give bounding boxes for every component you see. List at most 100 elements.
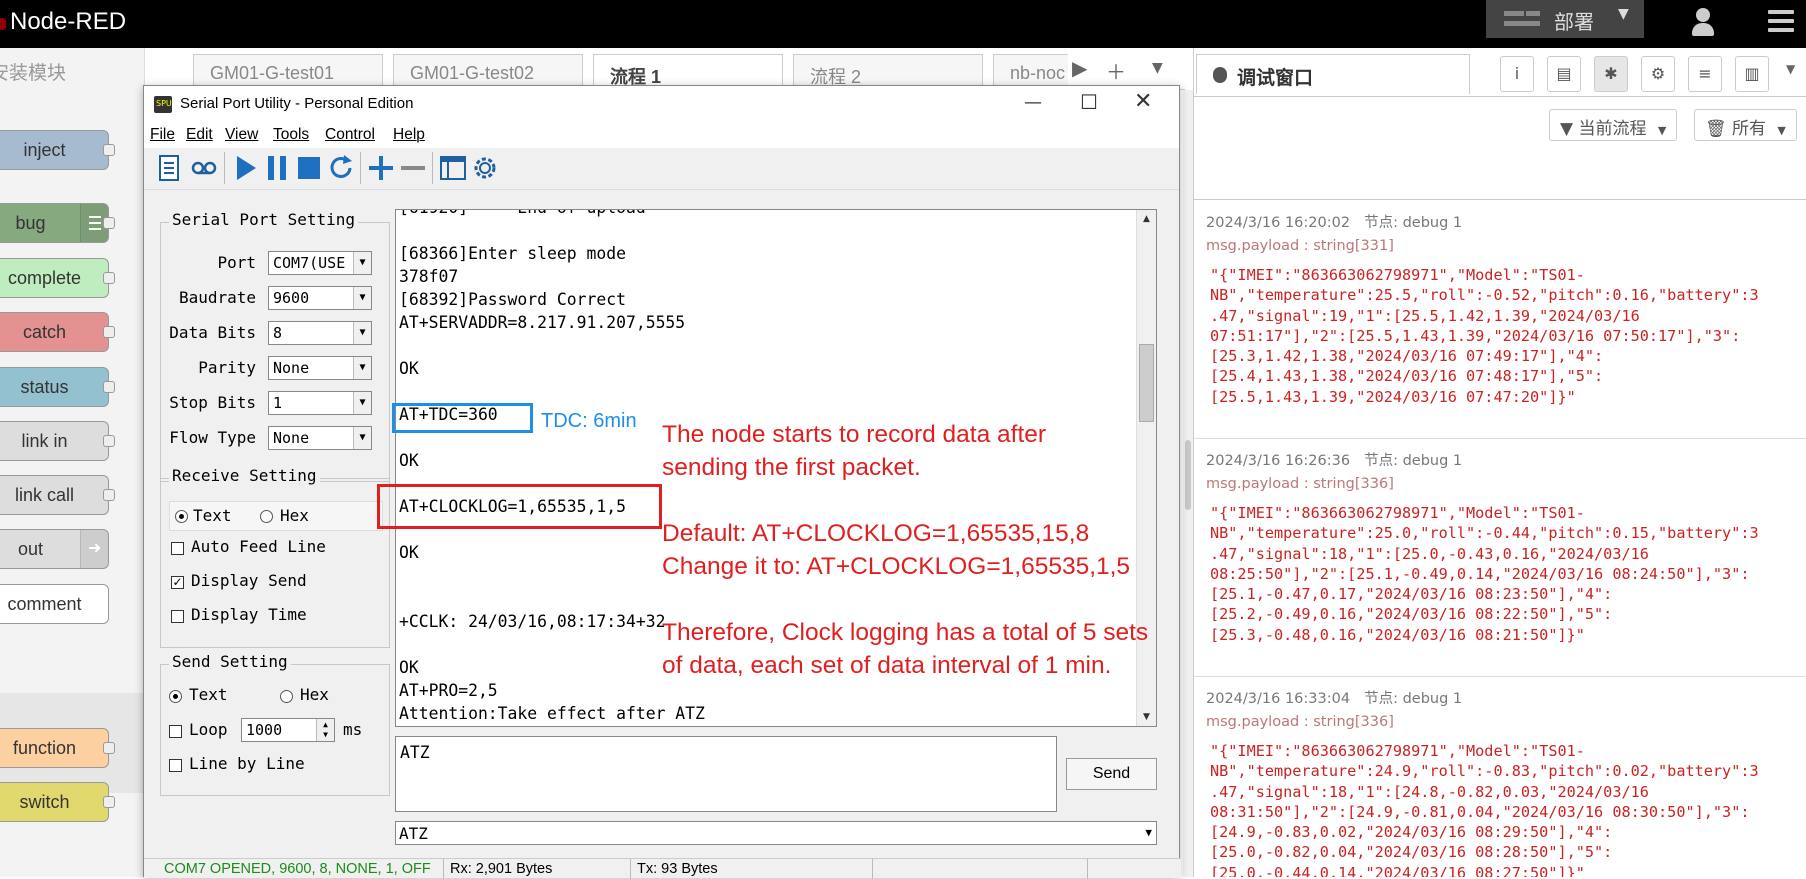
output-port[interactable] [103, 272, 115, 284]
minus-icon[interactable] [398, 153, 428, 183]
hamburger-menu-icon[interactable] [1768, 10, 1794, 34]
close-icon[interactable]: ✕ [1134, 89, 1152, 114]
scroll-right-icon[interactable]: ▶ [1072, 56, 1087, 80]
output-port[interactable] [103, 742, 115, 754]
palette-node-bug[interactable]: bug [0, 203, 115, 243]
serial-port-setting-group: Serial Port Setting Port COM7(USE ▼ Baudr… [160, 210, 390, 482]
book-icon[interactable]: ▤ [1547, 56, 1581, 92]
chart-icon[interactable]: ▥ [1735, 56, 1769, 92]
new-document-icon[interactable] [154, 153, 184, 183]
palette-node-label: comment [7, 594, 82, 614]
stopbits-select[interactable]: 1 ▼ [268, 391, 372, 415]
record-icon[interactable] [189, 153, 219, 183]
minimize-icon[interactable]: — [1024, 92, 1042, 113]
window-titlebar[interactable]: SPU Serial Port Utility - Personal Editi… [144, 86, 1179, 122]
refresh-icon[interactable] [326, 153, 356, 183]
auto-feed-line-checkbox[interactable] [171, 542, 184, 555]
flowtype-select[interactable]: None ▼ [268, 426, 372, 450]
scroll-down-icon[interactable]: ▼ [1137, 708, 1156, 726]
output-port[interactable] [103, 217, 115, 229]
settings-gear-icon[interactable] [470, 153, 500, 183]
debug-message[interactable]: 2024/3/16 16:33:04 节点: debug 1 msg.payloa… [1194, 677, 1806, 877]
send-text-radio[interactable] [169, 690, 182, 703]
palette-node-out[interactable]: out ➜ [0, 529, 109, 569]
receive-hex-radio[interactable] [260, 510, 273, 523]
databits-select[interactable]: 8 ▼ [268, 321, 372, 345]
databits-value: 8 [273, 324, 283, 342]
scroll-thumb[interactable] [1139, 344, 1154, 422]
debug-message[interactable]: 2024/3/16 16:20:02 节点: debug 1 msg.payloa… [1194, 201, 1806, 439]
display-time-checkbox[interactable] [171, 610, 184, 623]
message-time: 2024/3/16 16:20:02 [1206, 215, 1351, 231]
menu-control[interactable]: Control [325, 126, 375, 144]
receive-text-radio[interactable] [175, 510, 188, 523]
debug-bug-icon[interactable]: ✱ [1594, 56, 1628, 92]
pause-icon[interactable] [262, 153, 292, 183]
flowtype-label: Flow Type [169, 428, 256, 447]
baudrate-label: Baudrate [178, 288, 256, 307]
trash-icon: 🗑 [1705, 119, 1727, 139]
deploy-button[interactable]: 部署 ▼ [1486, 0, 1644, 38]
add-flow-icon[interactable]: ＋ [1106, 56, 1126, 85]
output-port[interactable] [103, 381, 115, 393]
send-history-select[interactable]: ATZ ▼ [395, 821, 1157, 845]
output-port[interactable] [103, 796, 115, 808]
output-port[interactable] [103, 144, 115, 156]
output-port[interactable] [103, 435, 115, 447]
loop-checkbox[interactable] [169, 725, 182, 738]
palette-search-input[interactable]: 安装模块 [0, 58, 66, 85]
line-by-line-checkbox[interactable] [169, 759, 182, 772]
menu-view[interactable]: View [225, 126, 258, 144]
clear-all-button[interactable]: 🗑 所有 ▼ [1694, 109, 1797, 141]
send-button[interactable]: Send [1066, 758, 1157, 790]
palette-node-switch[interactable]: switch [0, 782, 115, 822]
flow-list-caret-icon[interactable]: ▼ [1152, 60, 1163, 76]
palette-node-label: switch [19, 792, 70, 812]
stop-icon[interactable] [294, 153, 324, 183]
plus-icon[interactable] [366, 153, 396, 183]
output-port[interactable] [103, 489, 115, 501]
filter-current-flow-button[interactable]: ▼ 当前流程 ▼ [1549, 109, 1678, 141]
palette-node-link-in[interactable]: link in [0, 421, 115, 461]
baudrate-value: 9600 [273, 289, 310, 307]
display-send-checkbox[interactable]: ✓ [171, 576, 184, 589]
play-icon[interactable] [230, 153, 260, 183]
port-label: Port [217, 253, 256, 272]
palette-node-catch[interactable]: catch [0, 312, 115, 352]
send-setting-title: Send Setting [169, 652, 291, 671]
palette-node-label: link call [14, 485, 75, 505]
window-layout-icon[interactable] [438, 153, 468, 183]
palette-node-inject[interactable]: inject [0, 130, 115, 170]
output-port[interactable] [103, 326, 115, 338]
app-icon: SPU [154, 96, 172, 113]
maximize-icon[interactable]: ☐ [1080, 90, 1098, 114]
send-textarea[interactable]: ATZ [395, 736, 1057, 812]
menu-edit[interactable]: Edit [186, 126, 213, 144]
port-select[interactable]: COM7(USE ▼ [268, 251, 372, 275]
palette-node-function[interactable]: function [0, 728, 115, 768]
palette-node-comment[interactable]: comment [0, 584, 109, 624]
chevron-down-icon: ▼ [1145, 826, 1152, 839]
palette-node-link-call[interactable]: link call [0, 475, 115, 515]
loop-interval-input[interactable]: 1000 ▲ ▼ [241, 718, 335, 742]
gear-icon[interactable]: ⚙ [1641, 56, 1675, 92]
send-hex-radio[interactable] [280, 690, 293, 703]
user-icon[interactable] [1688, 8, 1718, 38]
scroll-up-icon[interactable]: ▲ [1137, 210, 1156, 228]
palette-node-complete[interactable]: complete [0, 258, 115, 298]
menu-file[interactable]: File [150, 126, 175, 144]
parity-select[interactable]: None ▼ [268, 356, 372, 380]
debug-message[interactable]: 2024/3/16 16:26:36 节点: debug 1 msg.payloa… [1194, 439, 1806, 677]
palette-node-status[interactable]: status [0, 367, 115, 407]
tab-debug-window[interactable]: 调试窗口 [1196, 54, 1470, 94]
sidebar-caret-icon[interactable]: ▼ [1786, 62, 1795, 76]
info-icon[interactable]: i [1500, 56, 1534, 92]
message-payload: "{"IMEI":"863663062798971","Model":"TS01… [1210, 504, 1759, 644]
message-time: 2024/3/16 16:33:04 [1206, 691, 1351, 707]
baudrate-select[interactable]: 9600 ▼ [268, 286, 372, 310]
deploy-caret-icon[interactable]: ▼ [1618, 6, 1629, 22]
workspace-scrollbar[interactable] [1183, 90, 1193, 877]
database-icon[interactable]: ≡ [1688, 56, 1722, 92]
menu-tools[interactable]: Tools [273, 126, 309, 144]
menu-help[interactable]: Help [393, 126, 425, 144]
